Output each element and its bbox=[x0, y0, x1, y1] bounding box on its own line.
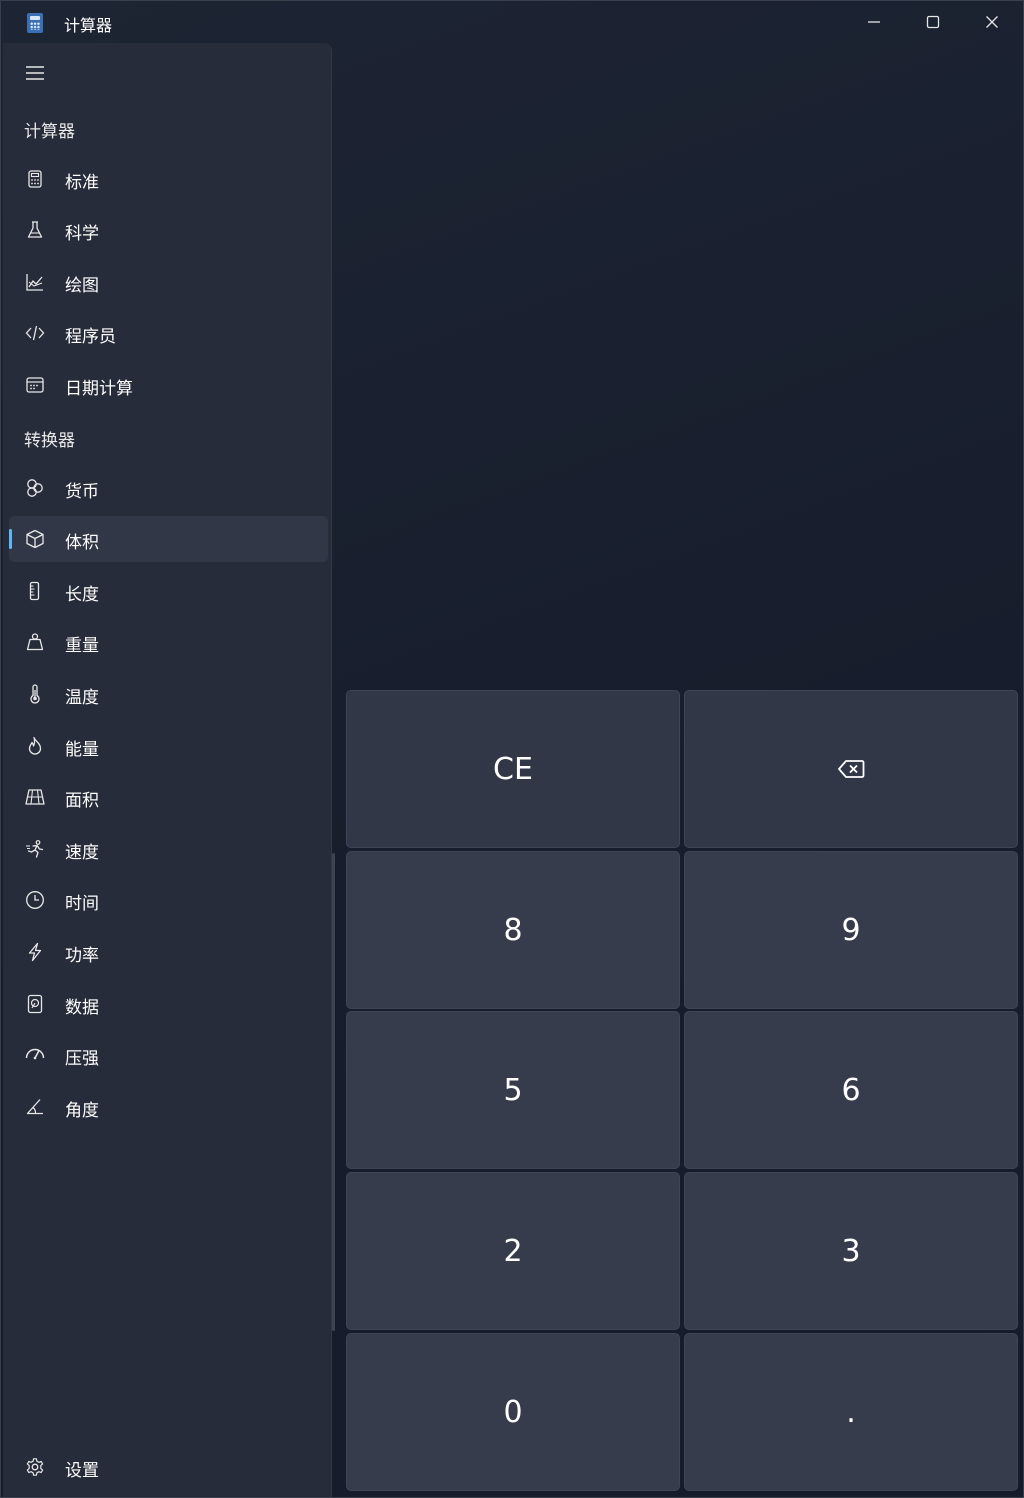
nav-item-label: 面积 bbox=[65, 791, 99, 811]
nav-item-currency[interactable]: 货币 bbox=[9, 465, 328, 511]
calendar-icon bbox=[24, 374, 46, 396]
backspace-icon bbox=[838, 760, 865, 778]
nav-item-data[interactable]: 数据 bbox=[9, 981, 328, 1027]
currency-icon bbox=[24, 477, 46, 499]
nav-item-label: 标准 bbox=[65, 173, 99, 193]
flask-icon bbox=[24, 219, 46, 241]
nav-item-label: 压强 bbox=[65, 1049, 99, 1069]
nav-item-area[interactable]: 面积 bbox=[9, 774, 328, 820]
nav-item-label: 科学 bbox=[65, 224, 99, 244]
graph-icon bbox=[24, 271, 46, 293]
maximize-icon bbox=[926, 15, 940, 29]
nav-item-speed[interactable]: 速度 bbox=[9, 826, 328, 872]
key-0[interactable]: 0 bbox=[346, 1333, 680, 1491]
nav-item-label: 功率 bbox=[65, 946, 99, 966]
maximize-button[interactable] bbox=[904, 1, 962, 43]
nav-item-settings[interactable]: 设置 bbox=[9, 1444, 328, 1490]
ruler-icon bbox=[24, 580, 46, 602]
minimize-button[interactable] bbox=[845, 1, 903, 43]
nav-item-label: 日期计算 bbox=[65, 379, 133, 399]
key-2[interactable]: 2 bbox=[346, 1172, 680, 1330]
nav-item-programmer[interactable]: 程序员 bbox=[9, 310, 328, 356]
nav-item-date-calculation[interactable]: 日期计算 bbox=[9, 362, 328, 408]
calculators-section-header: 计算器 bbox=[24, 122, 75, 142]
key-5[interactable]: 5 bbox=[346, 1011, 680, 1169]
calculator-app-icon bbox=[27, 13, 43, 33]
nav-item-standard[interactable]: 标准 bbox=[9, 156, 328, 202]
calculator-icon bbox=[24, 168, 46, 190]
minimize-icon bbox=[868, 21, 880, 23]
title-bar[interactable]: 计算器 bbox=[1, 1, 1023, 43]
weight-icon bbox=[24, 631, 46, 653]
nav-item-label: 长度 bbox=[65, 585, 99, 605]
lightning-icon bbox=[24, 941, 46, 963]
cube-icon bbox=[24, 528, 46, 550]
hamburger-icon bbox=[26, 66, 44, 80]
close-button[interactable] bbox=[963, 1, 1021, 43]
nav-item-scientific[interactable]: 科学 bbox=[9, 207, 328, 253]
nav-item-label: 时间 bbox=[65, 894, 99, 914]
nav-item-label: 数据 bbox=[65, 998, 99, 1018]
window-title: 计算器 bbox=[64, 16, 113, 35]
nav-item-volume[interactable]: 体积 bbox=[9, 516, 328, 562]
converters-section-header: 转换器 bbox=[24, 431, 75, 451]
nav-item-energy[interactable]: 能量 bbox=[9, 723, 328, 769]
gauge-icon bbox=[24, 1044, 46, 1066]
fire-icon bbox=[24, 735, 46, 757]
key-3[interactable]: 3 bbox=[684, 1172, 1018, 1330]
key-9[interactable]: 9 bbox=[684, 851, 1018, 1009]
nav-item-power[interactable]: 功率 bbox=[9, 929, 328, 975]
key-6[interactable]: 6 bbox=[684, 1011, 1018, 1169]
selection-indicator bbox=[9, 529, 12, 549]
nav-item-temperature[interactable]: 温度 bbox=[9, 671, 328, 717]
thermometer-icon bbox=[24, 683, 46, 705]
nav-item-label: 重量 bbox=[65, 636, 99, 656]
clear-entry-button[interactable]: CE bbox=[346, 690, 680, 848]
nav-item-time[interactable]: 时间 bbox=[9, 877, 328, 923]
nav-item-angle[interactable]: 角度 bbox=[9, 1084, 328, 1130]
nav-item-label: 温度 bbox=[65, 688, 99, 708]
speed-runner-icon bbox=[24, 838, 46, 860]
angle-icon bbox=[24, 1096, 46, 1118]
clock-icon bbox=[24, 889, 46, 911]
decimal-point-key[interactable]: . bbox=[684, 1333, 1018, 1491]
nav-item-label: 货币 bbox=[65, 482, 99, 502]
code-icon bbox=[24, 322, 46, 344]
data-icon bbox=[24, 993, 46, 1015]
nav-item-label: 能量 bbox=[65, 740, 99, 760]
key-8[interactable]: 8 bbox=[346, 851, 680, 1009]
close-icon bbox=[986, 16, 998, 28]
nav-item-length[interactable]: 长度 bbox=[9, 568, 328, 614]
nav-item-graphing[interactable]: 绘图 bbox=[9, 259, 328, 305]
gear-icon bbox=[24, 1456, 46, 1478]
backspace-button[interactable] bbox=[684, 690, 1018, 848]
nav-item-label: 绘图 bbox=[65, 276, 99, 296]
nav-item-weight[interactable]: 重量 bbox=[9, 619, 328, 665]
nav-item-pressure[interactable]: 压强 bbox=[9, 1032, 328, 1078]
menu-toggle-button[interactable] bbox=[9, 51, 61, 95]
nav-item-label: 程序员 bbox=[65, 327, 116, 347]
nav-item-label: 设置 bbox=[65, 1461, 99, 1481]
nav-item-label: 角度 bbox=[65, 1101, 99, 1121]
sidebar-scrollbar-thumb[interactable] bbox=[332, 853, 335, 1331]
nav-item-label: 体积 bbox=[65, 533, 99, 553]
navigation-pane: 计算器 标准 科学 绘图 程序员 日期计算 转换器 货币 体积 长度 重量 温度… bbox=[3, 43, 332, 1497]
calculator-window: 计算器 计算器 标准 科学 绘图 程序员 日期计算 转换器 货币 体积 长度 重… bbox=[0, 0, 1024, 1498]
area-grid-icon bbox=[24, 786, 46, 808]
nav-item-label: 速度 bbox=[65, 843, 99, 863]
